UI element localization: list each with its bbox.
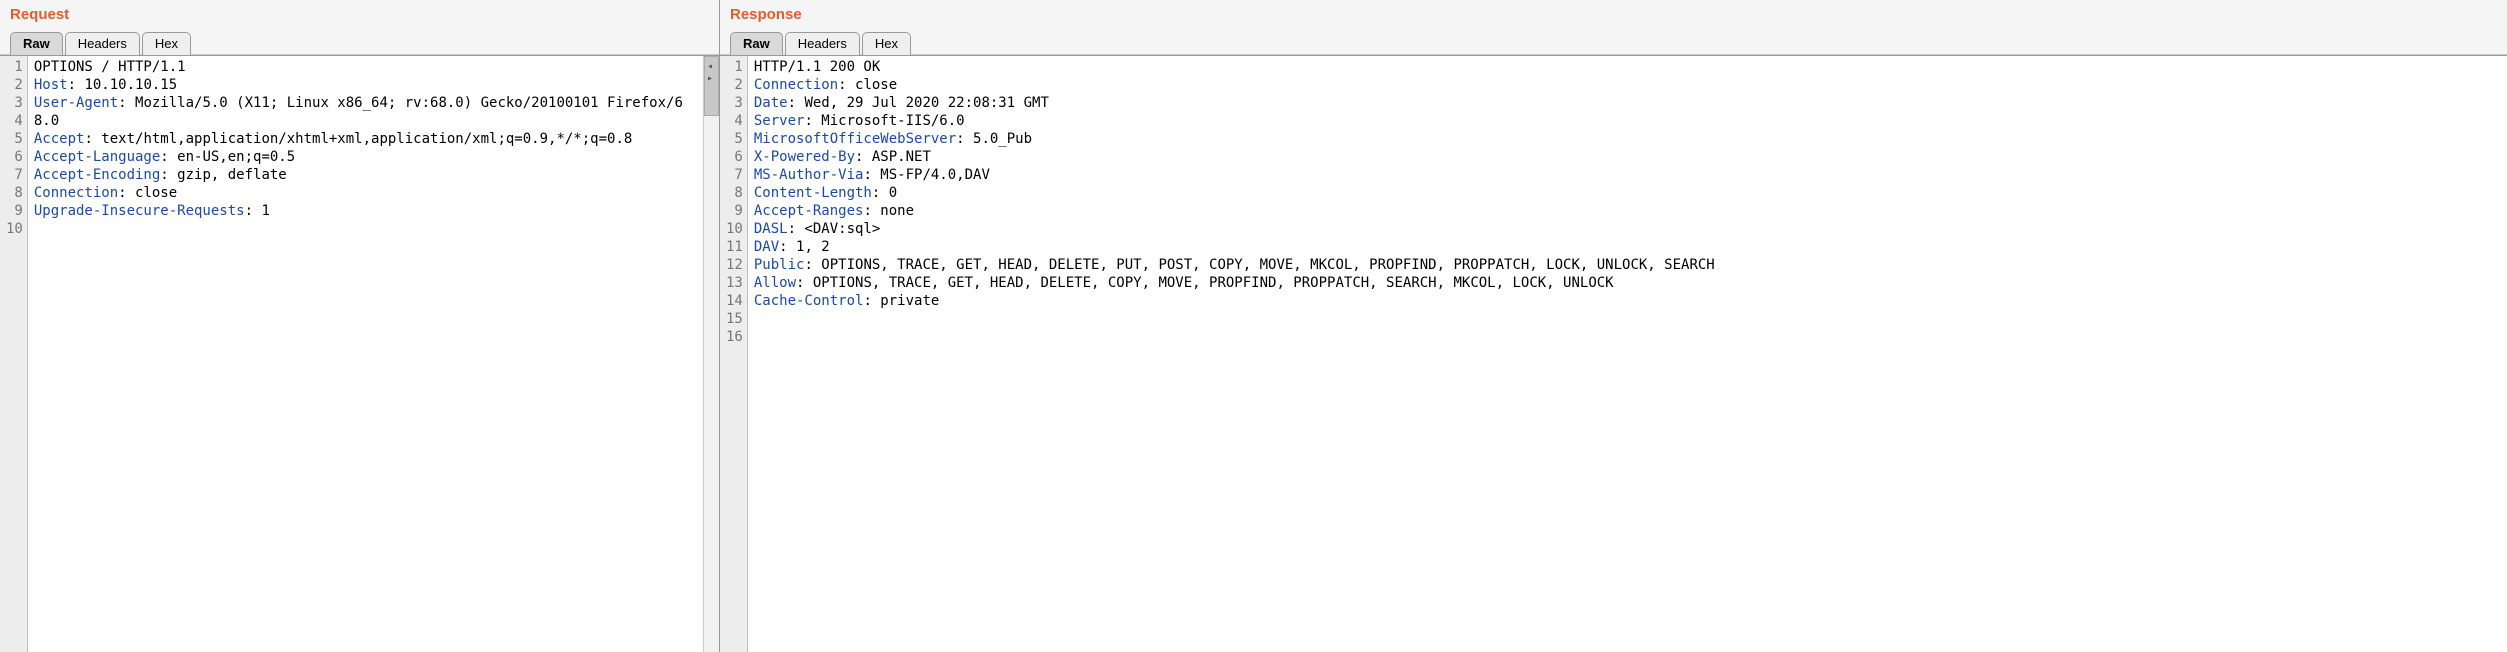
response-code[interactable]: HTTP/1.1 200 OKConnection: closeDate: We… bbox=[748, 56, 2507, 652]
response-header: Response Raw Headers Hex bbox=[720, 0, 2507, 55]
request-panel: Request Raw Headers Hex 1 2 3 4 5 6 7 8 … bbox=[0, 0, 720, 652]
response-editor[interactable]: 1 2 3 4 5 6 7 8 9 10 11 12 13 14 15 16 H… bbox=[720, 55, 2507, 652]
response-tab-hex[interactable]: Hex bbox=[862, 32, 911, 55]
request-editor[interactable]: 1 2 3 4 5 6 7 8 9 10 OPTIONS / HTTP/1.1H… bbox=[0, 55, 719, 652]
request-tab-hex[interactable]: Hex bbox=[142, 32, 191, 55]
arrow-right-icon: ▸ bbox=[703, 74, 717, 84]
request-title: Request bbox=[10, 6, 709, 23]
response-tab-raw[interactable]: Raw bbox=[730, 32, 783, 55]
request-gutter: 1 2 3 4 5 6 7 8 9 10 bbox=[0, 56, 28, 652]
editor-arrows: ◂ ▸ bbox=[703, 62, 717, 84]
response-gutter: 1 2 3 4 5 6 7 8 9 10 11 12 13 14 15 16 bbox=[720, 56, 748, 652]
arrow-left-icon: ◂ bbox=[703, 62, 717, 72]
response-tab-bar: Raw Headers Hex bbox=[730, 31, 2497, 54]
response-title: Response bbox=[730, 6, 2497, 23]
request-code[interactable]: OPTIONS / HTTP/1.1Host: 10.10.10.15User-… bbox=[28, 56, 703, 652]
request-scrollbar[interactable] bbox=[703, 56, 719, 652]
response-panel: Response Raw Headers Hex 1 2 3 4 5 6 7 8… bbox=[720, 0, 2507, 652]
request-tab-headers[interactable]: Headers bbox=[65, 32, 140, 55]
request-tab-bar: Raw Headers Hex bbox=[10, 31, 709, 54]
request-header: Request Raw Headers Hex bbox=[0, 0, 719, 55]
response-tab-headers[interactable]: Headers bbox=[785, 32, 860, 55]
request-tab-raw[interactable]: Raw bbox=[10, 32, 63, 55]
